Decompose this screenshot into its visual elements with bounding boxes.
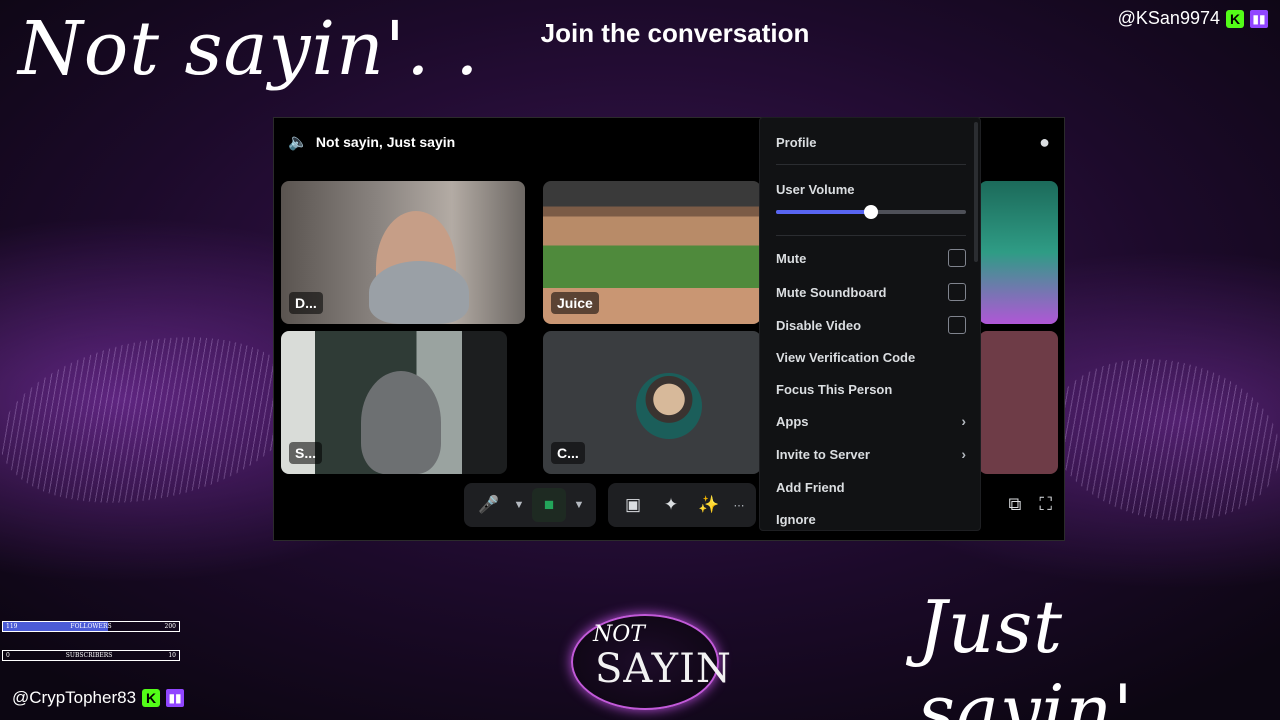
soundboard-icon[interactable]: ✨	[692, 488, 726, 522]
particle-wave-right	[1050, 347, 1280, 533]
menu-item-user-volume: User Volume	[776, 179, 966, 199]
mute-checkbox[interactable]	[948, 249, 966, 267]
script-text-bottom: Just sayin'. .	[918, 585, 1206, 720]
call-header: 🔈 Not sayin, Just sayin	[288, 132, 455, 152]
participant-tile-other[interactable]	[979, 331, 1058, 474]
chat-icon[interactable]: ●	[1039, 132, 1050, 153]
top-handle: @KSan9974 K ▮▮	[1118, 8, 1268, 29]
voice-channel-icon: 🔈	[288, 134, 308, 151]
bottom-handle-text: @CrypTopher83	[12, 688, 137, 707]
subscribers-current: 0	[6, 652, 10, 659]
top-handle-text: @KSan9974	[1117, 8, 1220, 28]
volume-slider[interactable]	[776, 205, 966, 219]
participant-name: Juice	[551, 292, 599, 314]
chevron-right-icon: ›	[961, 446, 966, 462]
participant-video	[361, 371, 441, 474]
menu-label: Disable Video	[776, 317, 862, 333]
logo-line-1: NOT	[593, 622, 645, 647]
menu-item-disable-video[interactable]: Disable Video	[776, 315, 966, 335]
window-controls: ⧉ ⛶	[1009, 494, 1052, 515]
more-icon[interactable]: ⋯	[730, 488, 748, 522]
microphone-icon[interactable]: 🎤	[472, 488, 506, 522]
followers-label: FOLLOWERS	[70, 623, 112, 630]
participant-tile-d[interactable]: D...	[281, 181, 525, 324]
participant-name: D...	[289, 292, 323, 314]
menu-item-add-friend[interactable]: Add Friend	[776, 477, 966, 497]
scrollbar[interactable]	[974, 122, 978, 262]
avatar	[636, 373, 702, 439]
twitch-icon: ▮▮	[166, 689, 185, 707]
menu-item-ignore[interactable]: Ignore	[776, 509, 966, 529]
menu-label: Mute Soundboard	[776, 284, 887, 300]
chevron-down-icon[interactable]: ▼	[510, 488, 528, 522]
followers-current: 119	[6, 623, 18, 630]
script-text-top: Not sayin'. .	[18, 6, 480, 92]
participant-tile-screen[interactable]	[979, 181, 1058, 324]
menu-label: Apps	[776, 413, 809, 429]
kick-icon: K	[142, 689, 161, 707]
disable-video-checkbox[interactable]	[948, 316, 966, 334]
followers-goal: 200	[164, 623, 176, 630]
channel-title: Not sayin, Just sayin	[315, 134, 456, 150]
channel-logo: NOT SAYIN	[571, 614, 731, 710]
participant-tile-c[interactable]: C...	[543, 331, 761, 474]
pop-out-icon[interactable]: ⧉	[1009, 494, 1022, 515]
menu-item-focus-this-person[interactable]: Focus This Person	[776, 379, 966, 399]
subscribers-label: SUBSCRIBERS	[65, 652, 113, 659]
participant-name: C...	[551, 442, 585, 464]
divider	[776, 164, 966, 165]
activities-group: ▣ ✦ ✨ ⋯	[608, 483, 756, 527]
menu-label: View Verification Code	[776, 349, 916, 365]
volume-slider-thumb[interactable]	[864, 205, 878, 219]
audio-video-group: 🎤 ▼ ■ ▼	[464, 483, 596, 527]
menu-label: Ignore	[776, 511, 816, 527]
logo-line-2: SAYIN	[595, 646, 732, 692]
divider	[776, 235, 966, 236]
menu-label: Add Friend	[776, 479, 845, 495]
menu-item-profile[interactable]: Profile	[776, 132, 966, 152]
menu-item-invite-to-server[interactable]: Invite to Server ›	[776, 444, 966, 464]
twitch-icon: ▮▮	[1250, 9, 1268, 28]
kick-icon: K	[1226, 9, 1244, 28]
participant-tile-juice[interactable]: Juice	[543, 181, 761, 324]
menu-label: Mute	[776, 250, 807, 266]
participant-tile-s[interactable]: S...	[281, 331, 507, 474]
headline: Join the conversation	[540, 18, 810, 48]
menu-label: User Volume	[776, 181, 855, 197]
menu-label: Invite to Server	[776, 446, 870, 462]
menu-item-view-verification-code[interactable]: View Verification Code	[776, 347, 966, 367]
followers-goal-bar: 119 FOLLOWERS 200	[2, 621, 180, 632]
participant-shirt	[369, 261, 469, 324]
camera-icon[interactable]: ■	[532, 488, 566, 522]
menu-item-mute[interactable]: Mute	[776, 248, 966, 268]
subscribers-goal-bar: 0 SUBSCRIBERS 10	[2, 650, 180, 661]
volume-slider-fill	[776, 210, 871, 214]
fullscreen-icon[interactable]: ⛶	[1039, 494, 1052, 515]
user-context-menu: Profile User Volume Mute Mute Soundboard…	[759, 117, 981, 531]
subscribers-goal: 10	[168, 652, 176, 659]
chevron-down-icon[interactable]: ▼	[570, 488, 588, 522]
activities-icon[interactable]: ✦	[654, 488, 688, 522]
menu-label: Focus This Person	[776, 381, 893, 397]
particle-wave-left	[0, 318, 300, 522]
call-controls: 🎤 ▼ ■ ▼ ▣ ✦ ✨ ⋯	[464, 483, 756, 527]
screen-share-icon[interactable]: ▣	[616, 488, 650, 522]
bottom-handle: @CrypTopher83 K ▮▮	[12, 688, 185, 708]
menu-label: Profile	[776, 134, 817, 150]
mute-soundboard-checkbox[interactable]	[948, 283, 966, 301]
menu-item-apps[interactable]: Apps ›	[776, 411, 966, 431]
chevron-right-icon: ›	[961, 413, 966, 429]
menu-item-mute-soundboard[interactable]: Mute Soundboard	[776, 282, 966, 302]
participant-name: S...	[289, 442, 323, 464]
